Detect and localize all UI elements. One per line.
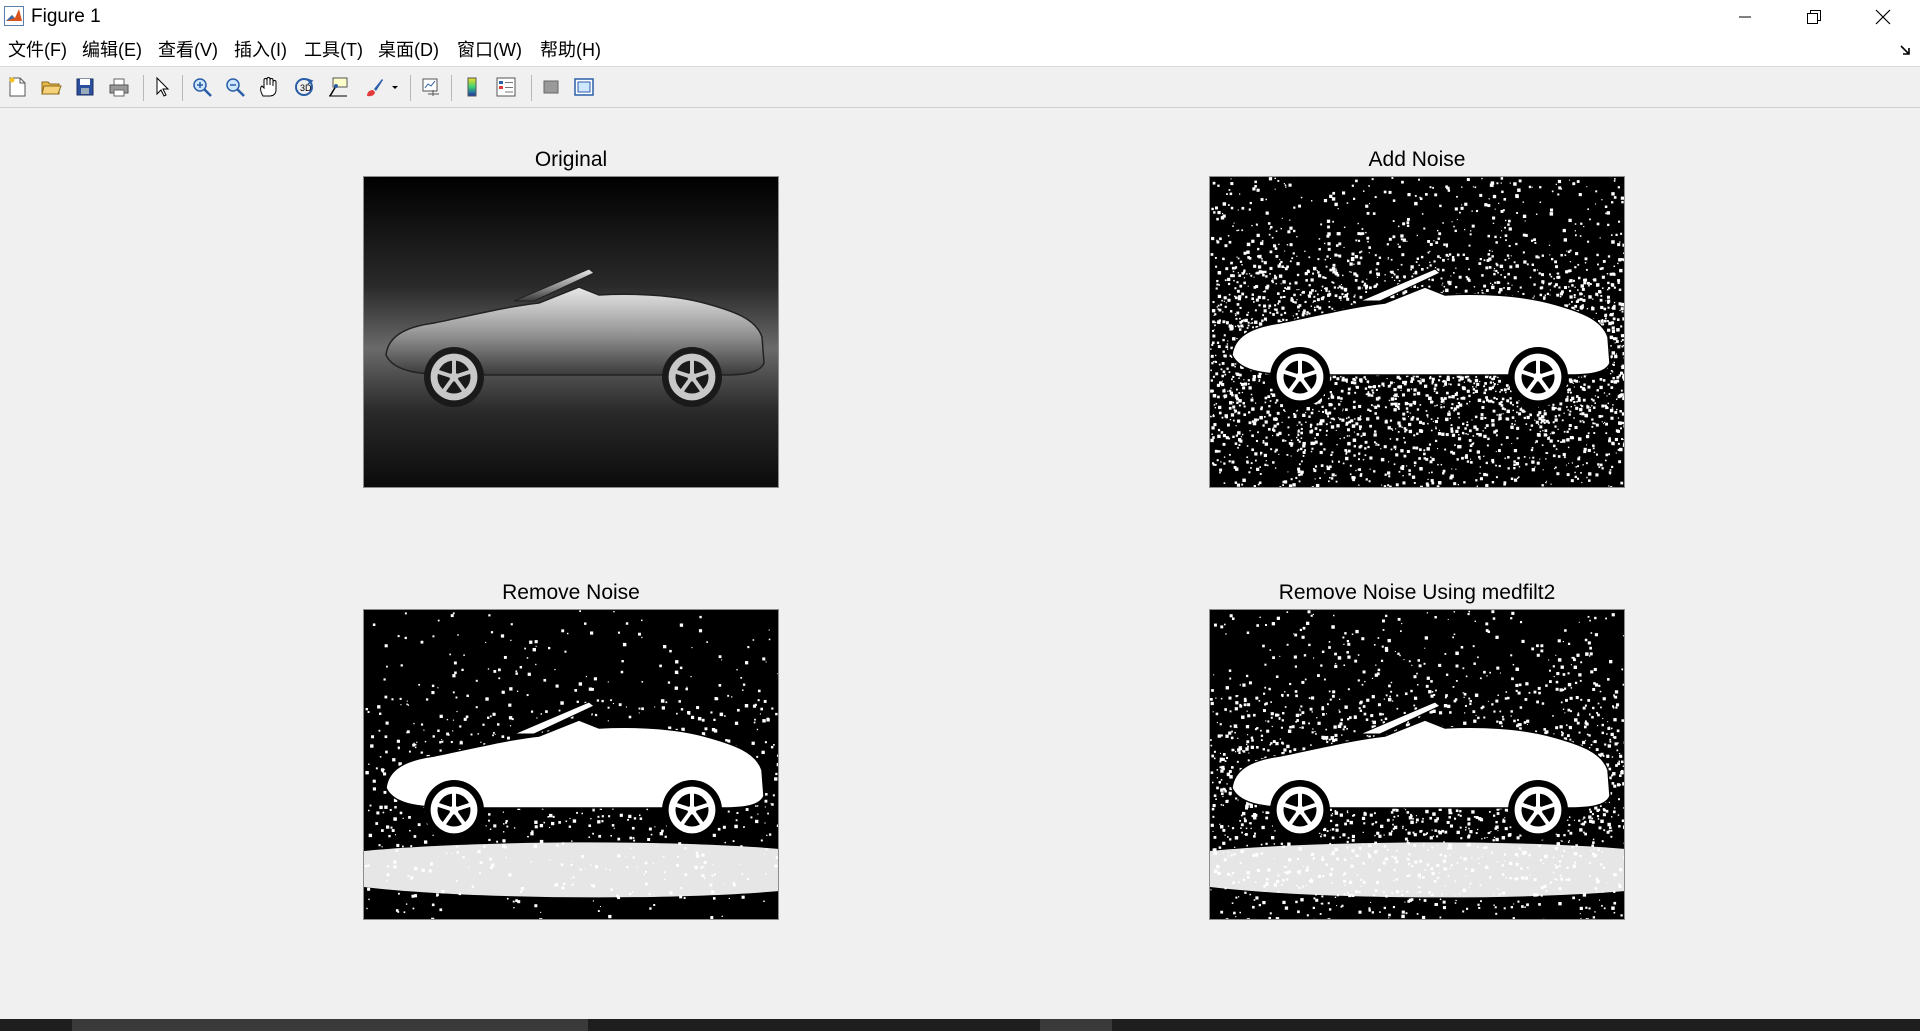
toolbar-separator <box>410 75 411 101</box>
title-bar: Figure 1 <box>0 0 1920 34</box>
axes-title-medfilt2: Remove Noise Using medfilt2 <box>1278 581 1556 604</box>
denoised-car-image[interactable] <box>363 609 779 920</box>
axes-title-original: Original <box>534 148 608 171</box>
minimize-icon <box>1738 16 1751 18</box>
toolbar-separator <box>451 75 452 101</box>
colorbar-icon[interactable] <box>458 73 486 101</box>
taskbar-segment <box>1040 1019 1112 1031</box>
toolbar-separator <box>182 75 183 101</box>
matlab-logo-icon <box>4 6 24 26</box>
menu-desktop[interactable]: 桌面(D) <box>378 39 439 61</box>
zoom-in-icon[interactable] <box>188 73 216 101</box>
close-icon <box>1875 9 1890 25</box>
brush-icon[interactable] <box>360 73 388 101</box>
menu-insert[interactable]: 插入(I) <box>234 39 287 61</box>
menu-edit[interactable]: 编辑(E) <box>82 39 142 61</box>
zoom-out-icon[interactable] <box>221 73 249 101</box>
select-arrow-icon[interactable] <box>148 73 176 101</box>
noisy-car-image[interactable] <box>1209 176 1625 488</box>
menu-bar: 文件(F) 编辑(E) 查看(V) 插入(I) 工具(T) 桌面(D) 窗口(W… <box>0 34 1920 67</box>
toolbar-separator <box>531 75 532 101</box>
figure-toolbar: 3D <box>0 67 1920 108</box>
link-plot-icon[interactable] <box>417 73 445 101</box>
save-icon[interactable] <box>71 73 99 101</box>
print-icon[interactable] <box>105 73 133 101</box>
axes-title-remove-noise: Remove Noise <box>502 581 640 604</box>
pan-hand-icon[interactable] <box>254 73 282 101</box>
window-title: Figure 1 <box>31 6 101 27</box>
medfilt2-image-canvas <box>1210 610 1624 919</box>
legend-icon[interactable] <box>492 73 520 101</box>
menu-tools[interactable]: 工具(T) <box>304 39 363 61</box>
svg-text:3D: 3D <box>300 83 312 93</box>
new-figure-icon[interactable] <box>3 73 31 101</box>
brush-dropdown-icon[interactable] <box>388 73 402 101</box>
dock-arrow-icon[interactable] <box>1900 44 1912 59</box>
hide-plot-tools-icon[interactable] <box>537 73 565 101</box>
menu-help[interactable]: 帮助(H) <box>540 39 601 61</box>
restore-button[interactable] <box>1779 0 1848 34</box>
taskbar-strip <box>0 1019 1920 1031</box>
medfilt2-car-image[interactable] <box>1209 609 1625 920</box>
rotate-3d-icon[interactable]: 3D <box>290 73 318 101</box>
restore-icon <box>1806 10 1821 24</box>
menu-window[interactable]: 窗口(W) <box>457 39 522 61</box>
close-button[interactable] <box>1848 0 1917 34</box>
open-file-icon[interactable] <box>37 73 65 101</box>
original-car-image[interactable] <box>363 176 779 488</box>
minimize-button[interactable] <box>1710 0 1779 34</box>
show-plot-tools-icon[interactable] <box>570 73 598 101</box>
original-image-canvas <box>364 177 778 487</box>
denoised-image-canvas <box>364 610 778 919</box>
taskbar-segment <box>72 1019 588 1031</box>
menu-view[interactable]: 查看(V) <box>158 39 218 61</box>
toolbar-separator <box>143 75 144 101</box>
axes-title-add-noise: Add Noise <box>1368 148 1466 171</box>
noisy-image-canvas <box>1210 177 1624 487</box>
menu-file[interactable]: 文件(F) <box>8 39 67 61</box>
data-cursor-icon[interactable] <box>324 73 352 101</box>
